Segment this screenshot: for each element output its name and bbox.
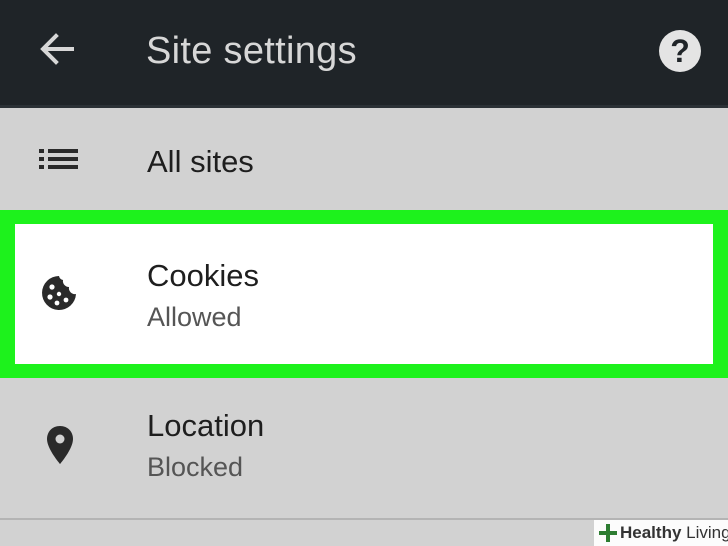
page-title: Site settings: [146, 30, 357, 72]
arrow-left-icon: [38, 30, 76, 73]
app-bar: Site settings ?: [0, 0, 728, 106]
watermark-brand-rest: Living: [681, 523, 728, 542]
help-button[interactable]: ?: [655, 26, 705, 76]
all-sites-item[interactable]: All sites: [0, 108, 728, 210]
location-pin-icon: [42, 424, 78, 466]
cookie-icon: [38, 272, 80, 314]
cookies-item[interactable]: Cookies Allowed: [0, 210, 728, 378]
back-button[interactable]: [32, 26, 82, 76]
watermark-logo: Healthy Living: [594, 520, 728, 546]
all-sites-label: All sites: [147, 144, 254, 179]
location-status: Blocked: [147, 452, 244, 482]
plus-icon: [598, 523, 618, 543]
cookies-label: Cookies: [147, 258, 259, 293]
list-icon: [38, 144, 80, 174]
cookies-status: Allowed: [147, 302, 242, 332]
help-circle-icon: ?: [659, 30, 701, 72]
location-label: Location: [147, 408, 265, 443]
location-item[interactable]: Location Blocked: [0, 378, 728, 518]
cookies-item-card: Cookies Allowed: [15, 224, 713, 364]
watermark-brand-strong: Healthy: [620, 523, 682, 542]
